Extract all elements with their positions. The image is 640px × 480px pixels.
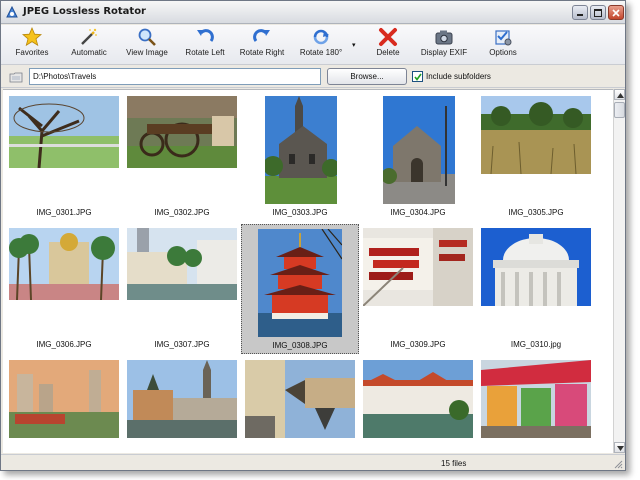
rotate-180-icon [313,29,329,45]
thumbnail-filename: IMG_0303.JPG [272,208,328,217]
rotate-right-label: Rotate Right [239,48,285,57]
thumbnail-image [9,228,119,300]
thumbnail-item[interactable] [5,356,123,453]
thumbnail-image [481,228,591,306]
view-image-label: View Image [126,48,168,57]
scroll-down-button[interactable] [614,442,625,453]
folder-icon [9,72,23,83]
thumbnail-image [481,360,591,438]
delete-label: Delete [376,48,400,57]
thumbnail-filename: IMG_0306.JPG [36,340,92,349]
arrow-down-icon [617,446,624,451]
vertical-scrollbar[interactable] [613,89,625,453]
resize-grip-icon[interactable] [613,459,623,469]
thumbnail-image [383,96,455,204]
display-exif-label: Display EXIF [420,48,468,57]
thumbnail-image [258,229,342,337]
thumbnail-item[interactable]: IMG_0309.JPG [359,224,477,354]
thumbnail-image [363,228,473,306]
favorites-label: Favorites [15,48,49,57]
thumbnail-filename: IMG_0301.JPG [36,208,92,217]
thumbnail-filename: IMG_0309.JPG [390,340,446,349]
thumbnail-item[interactable]: IMG_0302.JPG [123,92,241,222]
delete-button[interactable]: Delete [371,27,405,63]
browse-button[interactable]: Browse... [327,68,407,85]
display-exif-button[interactable]: Display EXIF [419,27,469,63]
rotate-180-label: Rotate 180° [299,48,343,57]
rotate-180-dropdown-arrow-icon[interactable]: ▾ [352,41,356,49]
delete-x-icon [379,28,397,46]
maximize-icon [594,9,602,17]
automatic-button[interactable]: Automatic [67,27,111,63]
thumbnail-item[interactable]: IMG_0301.JPG [5,92,123,222]
thumbnail-image [127,96,237,168]
thumbnail-filename: IMG_0305.JPG [508,208,564,217]
minimize-icon [577,14,583,16]
magnifier-icon [138,28,156,46]
star-icon [22,27,42,47]
status-bar: 15 files [1,454,625,470]
automatic-label: Automatic [71,48,107,57]
thumbnail-image [9,96,119,168]
thumbnail-grid[interactable]: IMG_0301.JPG IMG_0302.JPG IMG_0303.JPG I… [3,89,613,453]
magic-wand-icon [81,28,97,45]
thumbnail-image [245,360,355,438]
thumbnail-item[interactable] [359,356,477,453]
close-icon [612,9,620,17]
thumbnail-image [127,228,237,300]
maximize-button[interactable] [590,5,606,20]
view-image-button[interactable]: View Image [123,27,171,63]
scrollbar-thumb[interactable] [614,102,625,118]
thumbnail-image [9,360,119,438]
thumbnail-item[interactable] [241,356,359,453]
folder-path-input[interactable] [29,68,321,85]
rotate-left-label: Rotate Left [185,48,225,57]
toolbar: Favorites Automatic View Image Rotate Le… [1,25,625,65]
minimize-button[interactable] [572,5,588,20]
thumbnail-item[interactable]: IMG_0303.JPG [241,92,359,222]
checkmark-icon [414,73,422,81]
app-logo-icon [6,5,18,18]
thumbnail-item[interactable] [123,356,241,453]
thumbnail-filename: IMG_0304.JPG [390,208,446,217]
thumbnail-filename: IMG_0302.JPG [154,208,210,217]
thumbnail-image [481,96,591,174]
thumbnail-item[interactable]: IMG_0310.jpg [477,224,595,354]
include-subfolders-checkbox[interactable] [412,71,423,82]
path-bar: Browse... Include subfolders [1,66,625,88]
include-subfolders-label: Include subfolders [426,72,491,81]
thumbnail-item-selected[interactable]: IMG_0308.JPG [241,224,359,354]
app-window: JPEG Lossless Rotator Favorites Automati… [0,0,626,471]
options-label: Options [489,48,517,57]
thumbnail-image [265,96,337,204]
thumbnail-item[interactable]: IMG_0304.JPG [359,92,477,222]
options-icon [495,30,512,46]
thumbnail-image [127,360,237,438]
scroll-up-button[interactable] [614,89,625,100]
thumbnail-filename: IMG_0308.JPG [272,341,328,350]
close-button[interactable] [608,5,624,20]
camera-icon [435,30,453,45]
title-bar[interactable]: JPEG Lossless Rotator [1,1,625,24]
thumbnail-item[interactable]: IMG_0305.JPG [477,92,595,222]
thumbnail-item[interactable]: IMG_0307.JPG [123,224,241,354]
rotate-180-button[interactable]: Rotate 180° [297,27,345,63]
arrow-up-icon [617,93,624,98]
thumbnail-item[interactable] [477,356,595,453]
rotate-right-button[interactable]: Rotate Right [237,27,287,63]
thumbnail-filename: IMG_0310.jpg [510,340,562,349]
rotate-left-icon [197,29,214,42]
window-title: JPEG Lossless Rotator [23,6,146,17]
thumbnail-item[interactable]: IMG_0306.JPG [5,224,123,354]
file-count-status: 15 files [441,459,467,468]
thumbnail-filename: IMG_0307.JPG [154,340,210,349]
thumbnail-image [363,360,473,438]
rotate-left-button[interactable]: Rotate Left [182,27,228,63]
favorites-button[interactable]: Favorites [11,27,53,63]
options-button[interactable]: Options [485,27,521,63]
rotate-right-icon [253,29,270,42]
